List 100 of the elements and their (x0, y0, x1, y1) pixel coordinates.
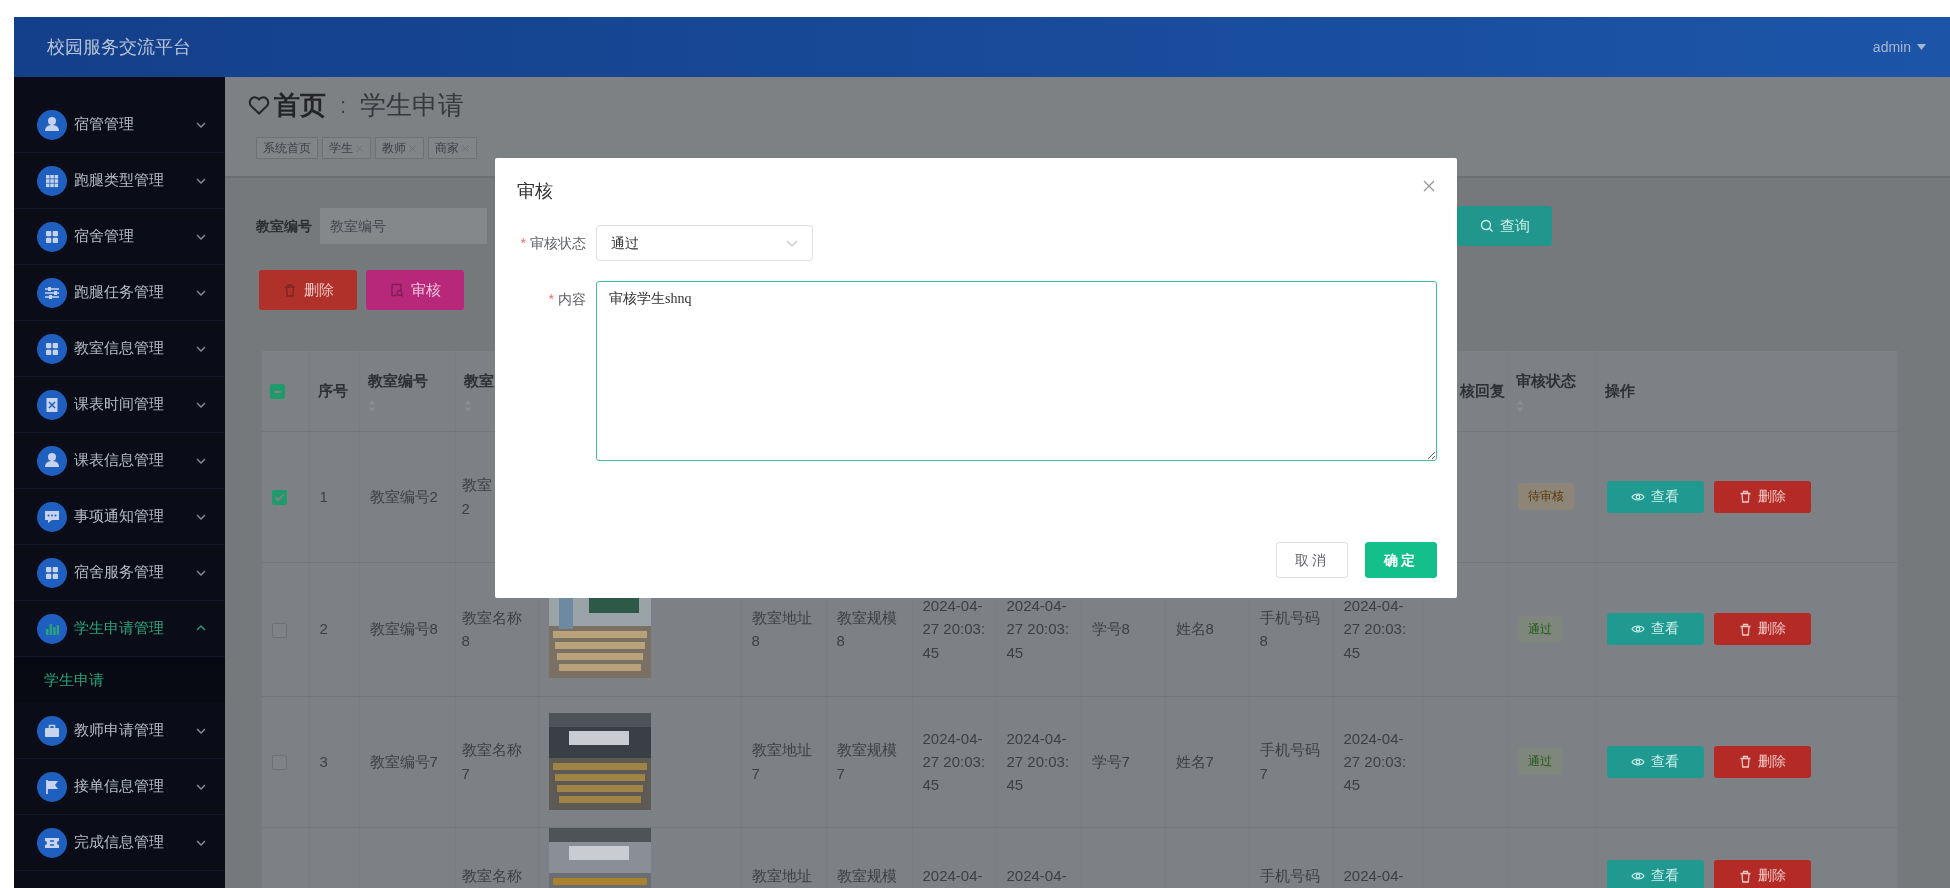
status-tag: 待审核 (1517, 483, 1574, 510)
tab-tag[interactable]: 系统首页 (256, 137, 318, 159)
delete-button[interactable]: 删除 (1713, 860, 1811, 888)
sidebar-item[interactable]: 接单信息管理 (14, 759, 225, 815)
table-cell: 教室地址7 (741, 696, 826, 827)
eye-icon (1631, 755, 1645, 768)
clipboard-icon (37, 389, 67, 420)
trash-icon (1738, 490, 1752, 503)
column-header[interactable]: 教室编号 (359, 351, 455, 431)
field-label: * 审核状态 (519, 234, 587, 253)
table-cell: 姓名7 (1165, 696, 1249, 827)
column-header[interactable]: 审核状态 (1507, 351, 1596, 431)
view-button[interactable]: 查看 (1606, 613, 1704, 645)
eye-icon (1631, 870, 1645, 882)
table-cell: 教室规模7 (826, 696, 912, 827)
table-cell: 2024-04- (996, 827, 1081, 888)
squares-icon (37, 557, 67, 588)
table-cell: 手机号码7 (1249, 696, 1333, 827)
column-header: 操作 (1596, 351, 1897, 431)
trash-icon (1738, 755, 1752, 768)
table-cell: 2024-04-27 20:03:45 (912, 696, 996, 827)
table-cell: 教室名称 (455, 827, 538, 888)
search-button[interactable]: 查询 (1457, 206, 1552, 246)
field-label: * 内容 (547, 290, 587, 309)
tab-tag[interactable]: 教师 (375, 137, 424, 159)
sidebar-subitem[interactable]: 学生申请 (14, 657, 225, 703)
table-cell: 教室编号7 (359, 696, 455, 827)
grid-icon (37, 165, 67, 196)
breadcrumb-current: 学生申请 (360, 88, 465, 122)
sidebar-item[interactable]: 宿管管理 (14, 97, 225, 153)
breadcrumb-home[interactable]: 首页 (274, 85, 326, 125)
delete-button[interactable]: 删除 (1713, 480, 1811, 513)
review-button[interactable]: 审核 (366, 270, 464, 310)
briefcase-icon (37, 715, 67, 746)
sidebar-item[interactable]: 宿舍管理 (14, 209, 225, 265)
status-select[interactable]: 通过 (596, 225, 813, 261)
table-cell: 教室地址 (741, 827, 826, 888)
status-tag: 通过 (1517, 615, 1562, 643)
sidebar-item[interactable]: 跑腿任务管理 (14, 265, 225, 321)
tab-tag[interactable]: 学生 (322, 137, 371, 159)
sliders-icon (37, 277, 67, 308)
flag-icon (37, 771, 67, 802)
trash-icon (1738, 622, 1752, 636)
eye-icon (1631, 623, 1645, 635)
chat-icon (37, 501, 67, 532)
sidebar-item[interactable]: 课表信息管理 (14, 433, 225, 489)
content-field[interactable]: 审核学生shnq (596, 281, 1437, 461)
view-button[interactable]: 查看 (1606, 745, 1704, 778)
heart-icon (248, 95, 270, 115)
close-icon (355, 143, 364, 153)
table-cell: 教室规模 (826, 827, 912, 888)
sidebar-item[interactable]: 教师申请管理 (14, 703, 225, 759)
table-cell: 2024-04- (912, 827, 996, 888)
confirm-button[interactable]: 确定 (1365, 542, 1437, 578)
view-button[interactable]: 查看 (1606, 860, 1704, 888)
table-cell: 教室名称7 (455, 696, 538, 827)
trash-icon (282, 283, 297, 297)
status-tag: 通过 (1517, 748, 1562, 775)
person-icon (37, 109, 67, 140)
app-title: 校园服务交流平台 (47, 35, 191, 59)
person-icon (37, 445, 67, 476)
cancel-button[interactable]: 取消 (1276, 542, 1348, 578)
close-icon (408, 143, 417, 153)
table-cell: 教室编号2 (359, 431, 455, 562)
checkbox[interactable] (272, 490, 287, 506)
table-cell: 2024-04- (1333, 827, 1422, 888)
delete-button[interactable]: 删除 (259, 270, 357, 310)
search-field[interactable]: 教室编号 (320, 208, 487, 244)
sidebar-item[interactable]: 跑腿类型管理 (14, 153, 225, 209)
tab-tag[interactable]: 商家 (428, 137, 477, 159)
checkbox[interactable] (270, 384, 285, 400)
search-icon (1479, 219, 1494, 233)
caret-icon (1917, 44, 1926, 50)
close-icon (461, 143, 470, 153)
eye-icon (1631, 490, 1645, 503)
document-search-icon (389, 283, 404, 297)
bar-chart-icon (37, 613, 67, 644)
user-menu[interactable]: admin (1872, 36, 1926, 58)
sidebar-item[interactable]: 完成信息管理 (14, 815, 225, 871)
table-cell: 教室编号8 (359, 562, 455, 696)
close-icon (1423, 180, 1435, 192)
trash-icon (1738, 869, 1752, 883)
table-cell: 手机号码 (1249, 827, 1333, 888)
sidebar-item[interactable]: 课表时间管理 (14, 377, 225, 433)
breadcrumb-separator: : (340, 91, 347, 120)
ticket-icon (37, 827, 67, 858)
delete-button[interactable]: 删除 (1713, 745, 1811, 778)
sidebar-item[interactable]: 教室信息管理 (14, 321, 225, 377)
chevron-icon (786, 239, 798, 247)
search-label: 教室编号 (256, 216, 312, 236)
view-button[interactable]: 查看 (1606, 480, 1704, 513)
delete-button[interactable]: 删除 (1713, 613, 1811, 645)
squares-icon (37, 333, 67, 364)
table-cell: 2 (309, 562, 359, 696)
table-cell: 1 (309, 431, 359, 562)
table-cell: 2024-04-27 20:03:45 (1333, 696, 1422, 827)
sidebar-item[interactable]: 事项通知管理 (14, 489, 225, 545)
table-cell: 学号7 (1081, 696, 1165, 827)
sidebar-item[interactable]: 宿舍服务管理 (14, 545, 225, 601)
dialog-title: 审核 (517, 180, 553, 203)
